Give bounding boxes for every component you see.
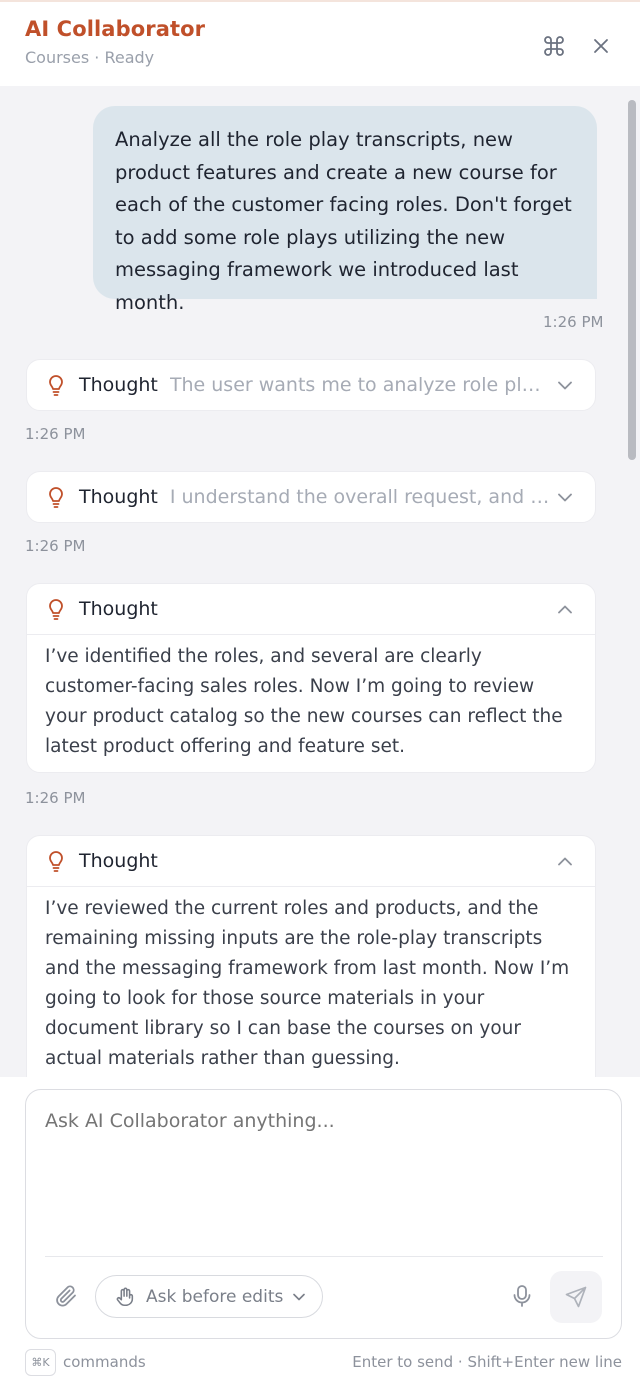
- thought-toggle[interactable]: Thought: [27, 836, 595, 886]
- thought-preview: I understand the overall request, and fi…: [169, 486, 550, 508]
- composer-divider: [45, 1256, 603, 1257]
- ai-collaborator-panel: AI Collaborator Courses · Ready Analyze …: [0, 0, 640, 1392]
- message-input[interactable]: [45, 1110, 605, 1132]
- lightbulb-icon: [45, 484, 67, 510]
- lightbulb-icon: [45, 372, 67, 398]
- thought-body: I’ve identified the roles, and several a…: [27, 634, 595, 778]
- command-icon: [544, 36, 564, 56]
- message-timestamp: 1:26 PM: [543, 313, 604, 331]
- chat-scrollbar[interactable]: [628, 100, 636, 460]
- thought-toggle[interactable]: Thought The user wants me to analyze rol…: [27, 360, 595, 410]
- lightbulb-icon: [45, 848, 67, 874]
- thought-card: Thought I’ve identified the roles, and s…: [26, 583, 596, 773]
- message-composer: Ask before edits: [25, 1089, 622, 1339]
- lightbulb-icon: [45, 596, 67, 622]
- thought-label: Thought: [79, 374, 158, 396]
- attach-button[interactable]: [52, 1282, 80, 1310]
- panel-header: AI Collaborator Courses · Ready: [0, 0, 640, 86]
- thought-card: Thought I understand the overall request…: [26, 471, 596, 523]
- message-timestamp: 1:26 PM: [25, 789, 86, 807]
- command-shortcut-badge: ⌘K: [25, 1349, 56, 1376]
- chevron-down-icon: [557, 377, 573, 393]
- close-icon: [594, 39, 608, 53]
- chevron-up-icon: [557, 853, 573, 869]
- commands-label: commands: [63, 1353, 146, 1371]
- message-timestamp: 1:26 PM: [25, 537, 86, 555]
- thought-label: Thought: [79, 850, 158, 872]
- chevron-up-icon: [557, 601, 573, 617]
- send-icon: [565, 1286, 587, 1308]
- chat-thread[interactable]: Analyze all the role play transcripts, n…: [0, 86, 640, 1077]
- send-button[interactable]: [550, 1271, 602, 1323]
- hand-icon: [116, 1287, 134, 1306]
- thought-preview: The user wants me to analyze role play t…: [169, 374, 550, 396]
- thought-toggle[interactable]: Thought: [27, 584, 595, 634]
- command-button[interactable]: [538, 30, 570, 62]
- paperclip-icon: [56, 1285, 76, 1307]
- edit-mode-select[interactable]: Ask before edits: [95, 1275, 323, 1318]
- thought-label: Thought: [79, 486, 158, 508]
- thought-body: I’ve reviewed the current roles and prod…: [27, 886, 595, 1077]
- user-message: Analyze all the role play transcripts, n…: [93, 106, 597, 314]
- panel-title: AI Collaborator: [25, 17, 206, 41]
- voice-input-button[interactable]: [508, 1282, 536, 1310]
- close-button[interactable]: [585, 30, 617, 62]
- edit-mode-label: Ask before edits: [146, 1286, 284, 1307]
- microphone-icon: [513, 1285, 531, 1307]
- chevron-down-icon: [293, 1293, 306, 1300]
- thought-toggle[interactable]: Thought I understand the overall request…: [27, 472, 595, 522]
- chevron-down-icon: [557, 489, 573, 505]
- message-timestamp: 1:26 PM: [25, 425, 86, 443]
- thought-card: Thought The user wants me to analyze rol…: [26, 359, 596, 411]
- panel-subtitle: Courses · Ready: [25, 48, 155, 67]
- thought-card: Thought I’ve reviewed the current roles …: [26, 835, 596, 1077]
- send-hint: Enter to send · Shift+Enter new line: [352, 1353, 622, 1371]
- thought-label: Thought: [79, 598, 158, 620]
